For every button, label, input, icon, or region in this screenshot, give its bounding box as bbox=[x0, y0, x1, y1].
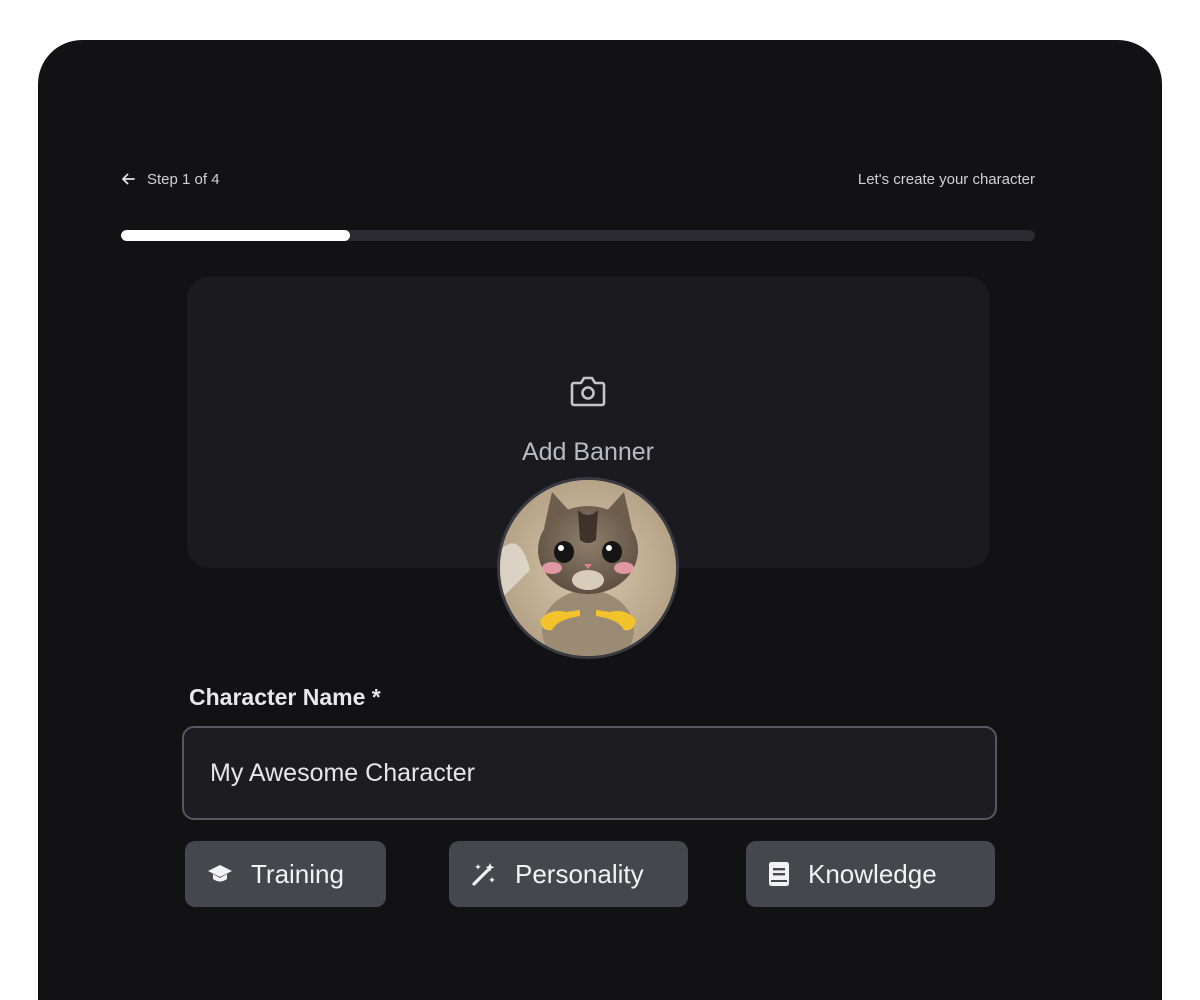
step-header: Step 1 of 4 Let's create your character bbox=[121, 168, 1035, 190]
character-name-input[interactable] bbox=[182, 726, 997, 820]
progress-fill bbox=[121, 230, 350, 241]
add-banner-label[interactable]: Add Banner bbox=[488, 438, 688, 467]
header-subtitle: Let's create your character bbox=[857, 170, 1035, 188]
knowledge-button[interactable]: Knowledge bbox=[746, 841, 995, 907]
kitten-avatar-image bbox=[500, 480, 676, 656]
knowledge-label: Knowledge bbox=[808, 858, 937, 889]
training-button[interactable]: Training bbox=[185, 841, 386, 907]
training-label: Training bbox=[251, 858, 344, 889]
avatar[interactable] bbox=[497, 477, 679, 659]
back-button[interactable]: Step 1 of 4 bbox=[121, 171, 220, 188]
magic-wand-icon bbox=[472, 863, 495, 886]
personality-button[interactable]: Personality bbox=[449, 841, 688, 907]
book-icon bbox=[769, 862, 789, 886]
arrow-left-icon[interactable] bbox=[121, 172, 135, 186]
personality-label: Personality bbox=[515, 858, 644, 889]
camera-icon[interactable] bbox=[569, 373, 607, 409]
graduation-cap-icon bbox=[208, 865, 232, 882]
progress-bar bbox=[121, 230, 1035, 241]
character-name-label: Character Name * bbox=[189, 684, 381, 710]
step-indicator: Step 1 of 4 bbox=[147, 170, 220, 188]
